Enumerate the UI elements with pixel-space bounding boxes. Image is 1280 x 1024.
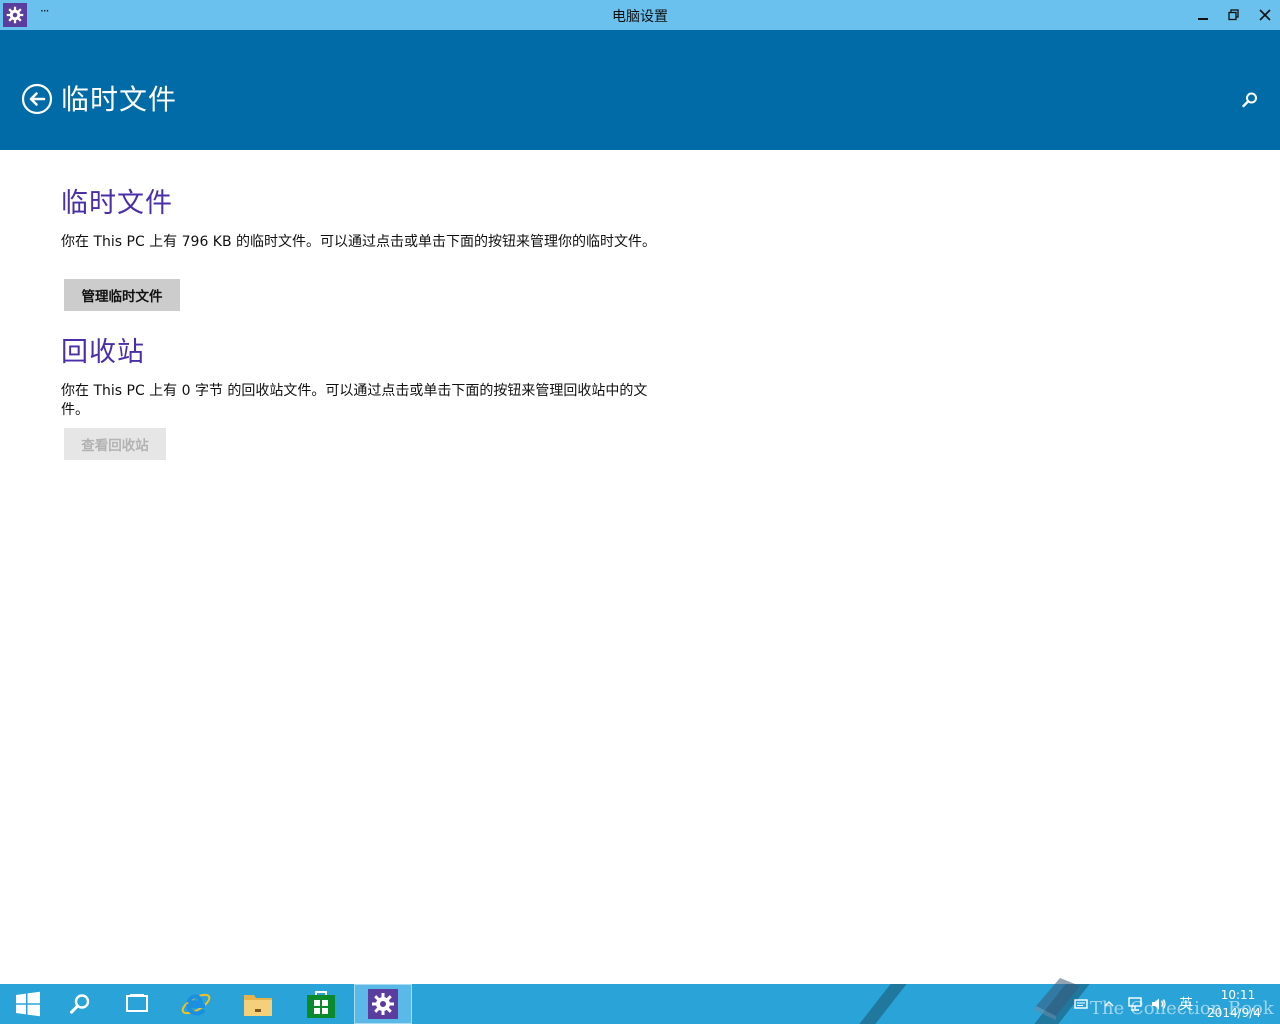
minimize-button[interactable] [1188,0,1218,30]
internet-explorer-icon [181,993,211,1016]
recycle-bin-description: 你在 This PC 上有 0 字节 的回收站文件。可以通过点击或单击下面的按钮… [61,383,648,418]
minimize-icon [1198,18,1208,20]
store-icon [307,991,335,1018]
restore-icon [1228,9,1239,21]
task-view-icon [126,994,148,1012]
search-button[interactable] [1240,90,1260,110]
settings-taskbar-button[interactable] [354,984,412,1024]
watermark: The Collection Book [1030,976,1274,1022]
start-icon [16,991,40,1017]
window-title: 电脑设置 [612,9,668,25]
book-icon [1034,978,1080,1020]
watermark-text: The Collection Book [1090,997,1274,1019]
title-bar: ··· 电脑设置 [0,0,1280,30]
page-title: 临时文件 [61,83,178,116]
back-button[interactable] [21,83,53,115]
store-button[interactable] [293,984,349,1024]
file-explorer-button[interactable] [230,984,286,1024]
file-explorer-icon [244,995,272,1016]
task-view-button[interactable] [109,984,165,1024]
settings-icon [368,989,398,1019]
back-arrow-icon [21,83,53,115]
internet-explorer-button[interactable] [168,984,224,1024]
search-icon [70,994,90,1014]
restore-button[interactable] [1219,0,1249,30]
recycle-bin-heading: 回收站 [61,337,145,368]
start-button[interactable] [0,984,56,1024]
close-icon [1259,9,1271,21]
search-icon [1242,92,1257,108]
temp-files-description: 你在 This PC 上有 796 KB 的临时文件。可以通过点击或单击下面的按… [61,234,657,250]
view-recycle-bin-button[interactable]: 查看回收站 [64,428,166,460]
page-header: 临时文件 [0,30,1280,150]
manage-temp-files-button[interactable]: 管理临时文件 [64,279,180,311]
close-button[interactable] [1250,0,1280,30]
taskbar-decoration-stripe [859,984,907,1024]
taskbar-search-button[interactable] [52,984,108,1024]
temp-files-heading: 临时文件 [61,188,173,219]
